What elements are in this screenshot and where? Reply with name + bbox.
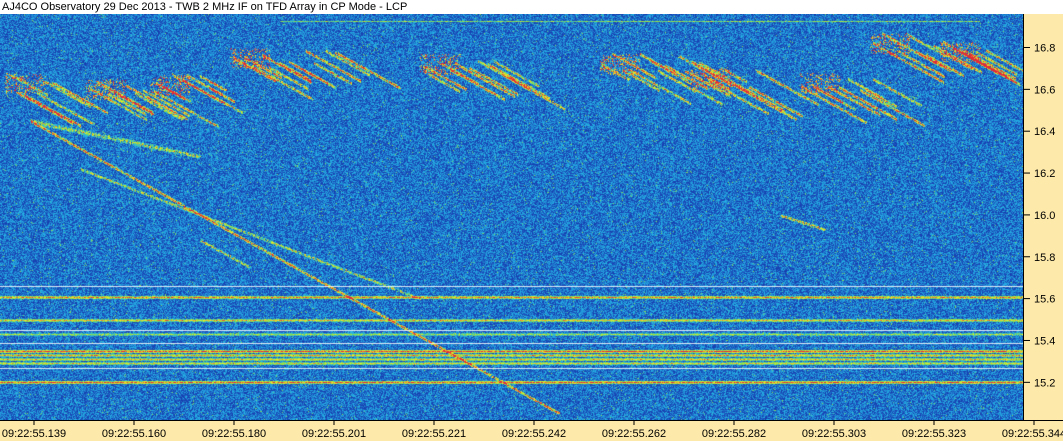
spectrogram-plot — [0, 14, 1023, 420]
window-title: AJ4CO Observatory 29 Dec 2013 - TWB 2 MH… — [2, 1, 408, 13]
y-axis-panel — [1023, 14, 1063, 420]
x-axis-panel — [0, 420, 1063, 441]
title-bar: AJ4CO Observatory 29 Dec 2013 - TWB 2 MH… — [0, 0, 1063, 14]
